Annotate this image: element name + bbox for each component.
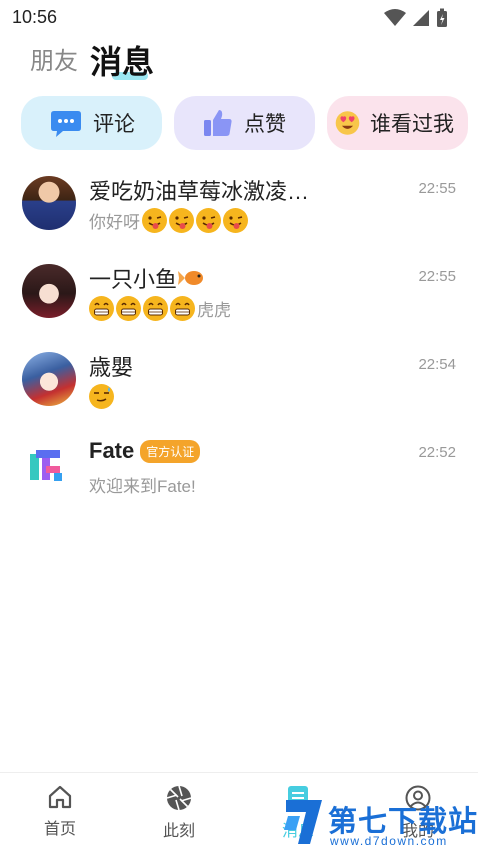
message-list: 爱吃奶油草莓冰激凌… 你好呀 22:55 一只小鱼 虎虎 22:55 歳嬰 22…: [0, 160, 478, 512]
home-icon: [48, 785, 72, 809]
watermark-logo-icon: [284, 800, 322, 844]
grinning-emoji-icon: [89, 296, 114, 321]
top-tabs: 朋友 消息: [30, 42, 154, 82]
message-preview-text: 你好呀: [89, 213, 140, 232]
tongue-wink-emoji-icon: [223, 208, 248, 233]
fate-logo-icon: [30, 450, 62, 481]
message-preview-text: 欢迎来到Fate!: [89, 477, 196, 496]
nav-home-label: 首页: [43, 821, 76, 838]
watermark-url: www.d7down.com: [330, 834, 448, 848]
comment-bubble-icon: [51, 111, 81, 137]
tongue-wink-emoji-icon: [169, 208, 194, 233]
heart-eyes-emoji-icon: [335, 111, 360, 135]
thumbs-up-icon: [204, 110, 232, 136]
message-row[interactable]: 一只小鱼 虎虎 22:55: [0, 248, 478, 336]
nav-moment-label: 此刻: [162, 823, 195, 840]
message-row[interactable]: 爱吃奶油草莓冰激凌… 你好呀 22:55: [0, 160, 478, 248]
tab-messages[interactable]: 消息: [90, 42, 154, 82]
avatar[interactable]: [22, 440, 76, 494]
avatar[interactable]: [22, 264, 76, 318]
message-preview: 你好呀: [89, 208, 248, 233]
message-sender-name: 一只小鱼: [89, 262, 207, 294]
grinning-emoji-icon: [143, 296, 168, 321]
aperture-icon: [166, 785, 192, 811]
message-preview: 欢迎来到Fate!: [89, 472, 196, 497]
message-row[interactable]: 歳嬰 22:54: [0, 336, 478, 424]
likes-button[interactable]: 点赞: [174, 96, 315, 150]
tab-messages-label: 消息: [90, 44, 155, 80]
message-time: 22:55: [418, 180, 456, 197]
wifi-icon: [384, 9, 406, 26]
status-bar: 10:56: [0, 0, 478, 34]
message-preview: 虎虎: [89, 296, 231, 321]
message-sender-name: Fate 官方认证: [89, 438, 201, 464]
message-sender-name: 爱吃奶油草莓冰激凌…: [89, 179, 310, 204]
grinning-emoji-icon: [116, 296, 141, 321]
message-preview: [89, 384, 114, 409]
watermark: 第七下载站 www.d7down.com: [282, 796, 478, 850]
verified-badge: 官方认证: [140, 439, 201, 463]
status-time: 10:56: [12, 7, 58, 27]
message-sender-name: 歳嬰: [89, 355, 134, 380]
smirk-sweat-emoji-icon: [89, 384, 114, 409]
comments-button[interactable]: 评论: [21, 96, 162, 150]
avatar[interactable]: [22, 352, 76, 406]
message-preview-text: 虎虎: [197, 301, 231, 320]
tongue-wink-emoji-icon: [196, 208, 221, 233]
nav-home[interactable]: 首页: [20, 785, 100, 839]
comments-label: 评论: [93, 113, 135, 136]
goldfish-emoji-icon: [178, 271, 204, 285]
quick-actions: 评论 点赞 谁看过我: [21, 96, 468, 150]
visitors-button[interactable]: 谁看过我: [327, 96, 468, 150]
status-icons: [384, 8, 448, 28]
nav-moment[interactable]: 此刻: [139, 785, 219, 841]
battery-icon: [437, 8, 447, 27]
message-sender-name-text: 一只小鱼: [89, 267, 178, 292]
visitors-label: 谁看过我: [370, 113, 454, 136]
grinning-emoji-icon: [170, 296, 195, 321]
signal-icon: [413, 10, 429, 26]
message-time: 22:52: [418, 444, 456, 461]
message-time: 22:55: [418, 268, 456, 285]
tab-friends[interactable]: 朋友: [30, 42, 78, 82]
likes-label: 点赞: [244, 113, 286, 136]
message-time: 22:54: [418, 356, 456, 373]
message-row[interactable]: Fate 官方认证 欢迎来到Fate! 22:52: [0, 424, 478, 512]
avatar[interactable]: [22, 176, 76, 230]
tongue-wink-emoji-icon: [142, 208, 167, 233]
message-sender-name-text: Fate: [89, 438, 135, 463]
